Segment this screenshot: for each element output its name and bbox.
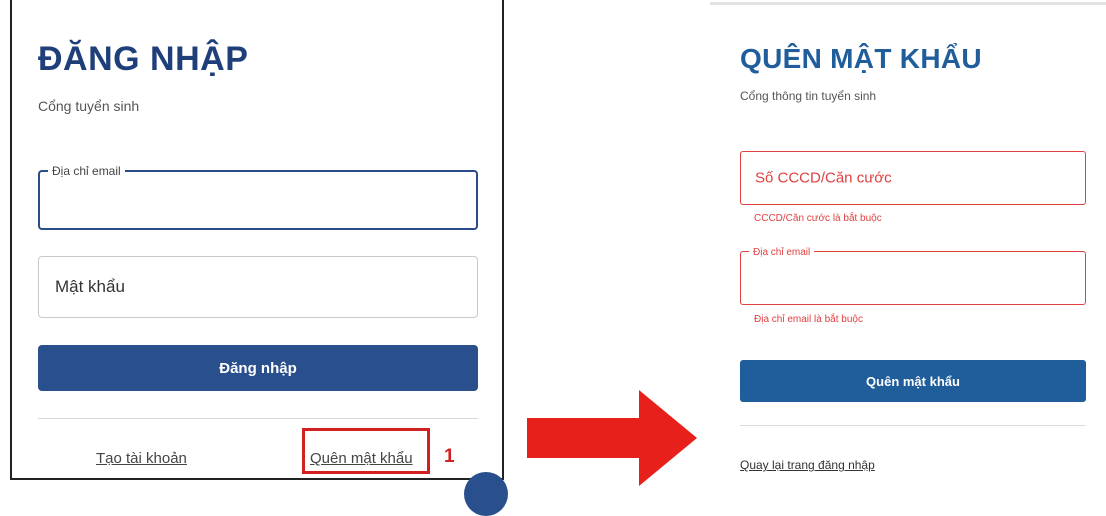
forgot-password-button[interactable]: Quên mật khẩu bbox=[740, 360, 1086, 402]
forgot-email-label: Địa chỉ email bbox=[749, 245, 815, 261]
login-password-field[interactable]: Mật khẩu bbox=[38, 256, 478, 318]
id-number-field[interactable]: Số CCCD/Căn cước bbox=[740, 151, 1086, 205]
id-number-error: CCCD/Căn cước là bắt buộc bbox=[754, 213, 882, 224]
forgot-email-field[interactable]: Địa chỉ email bbox=[740, 245, 1086, 305]
login-email-label: Địa chỉ email bbox=[48, 163, 125, 179]
step-number: 1 bbox=[444, 446, 455, 467]
right-arrow-icon bbox=[527, 390, 697, 486]
divider bbox=[38, 418, 478, 419]
chat-bubble-icon[interactable] bbox=[464, 472, 508, 516]
create-account-link[interactable]: Tạo tài khoản bbox=[96, 450, 187, 467]
login-subtitle: Cổng tuyển sinh bbox=[38, 98, 140, 114]
login-button[interactable]: Đăng nhập bbox=[38, 345, 478, 391]
login-email-field[interactable]: Địa chỉ email bbox=[38, 163, 478, 230]
back-to-login-link[interactable]: Quay lại trang đăng nhập bbox=[740, 458, 875, 472]
login-password-placeholder: Mật khẩu bbox=[55, 277, 125, 296]
forgot-subtitle: Cổng thông tin tuyển sinh bbox=[740, 89, 877, 103]
login-panel: ĐĂNG NHẬP Cổng tuyển sinh Địa chỉ email … bbox=[10, 0, 508, 516]
forgot-password-link[interactable]: Quên mật khẩu bbox=[310, 450, 413, 467]
forgot-password-panel: QUÊN MẬT KHẨU Cổng thông tin tuyển sinh … bbox=[710, 2, 1106, 486]
email-error: Địa chỉ email là bắt buộc bbox=[754, 314, 863, 325]
forgot-title: QUÊN MẬT KHẨU bbox=[740, 43, 982, 74]
login-title: ĐĂNG NHẬP bbox=[38, 40, 249, 78]
id-number-placeholder: Số CCCD/Căn cước bbox=[755, 169, 892, 187]
divider bbox=[740, 425, 1086, 426]
